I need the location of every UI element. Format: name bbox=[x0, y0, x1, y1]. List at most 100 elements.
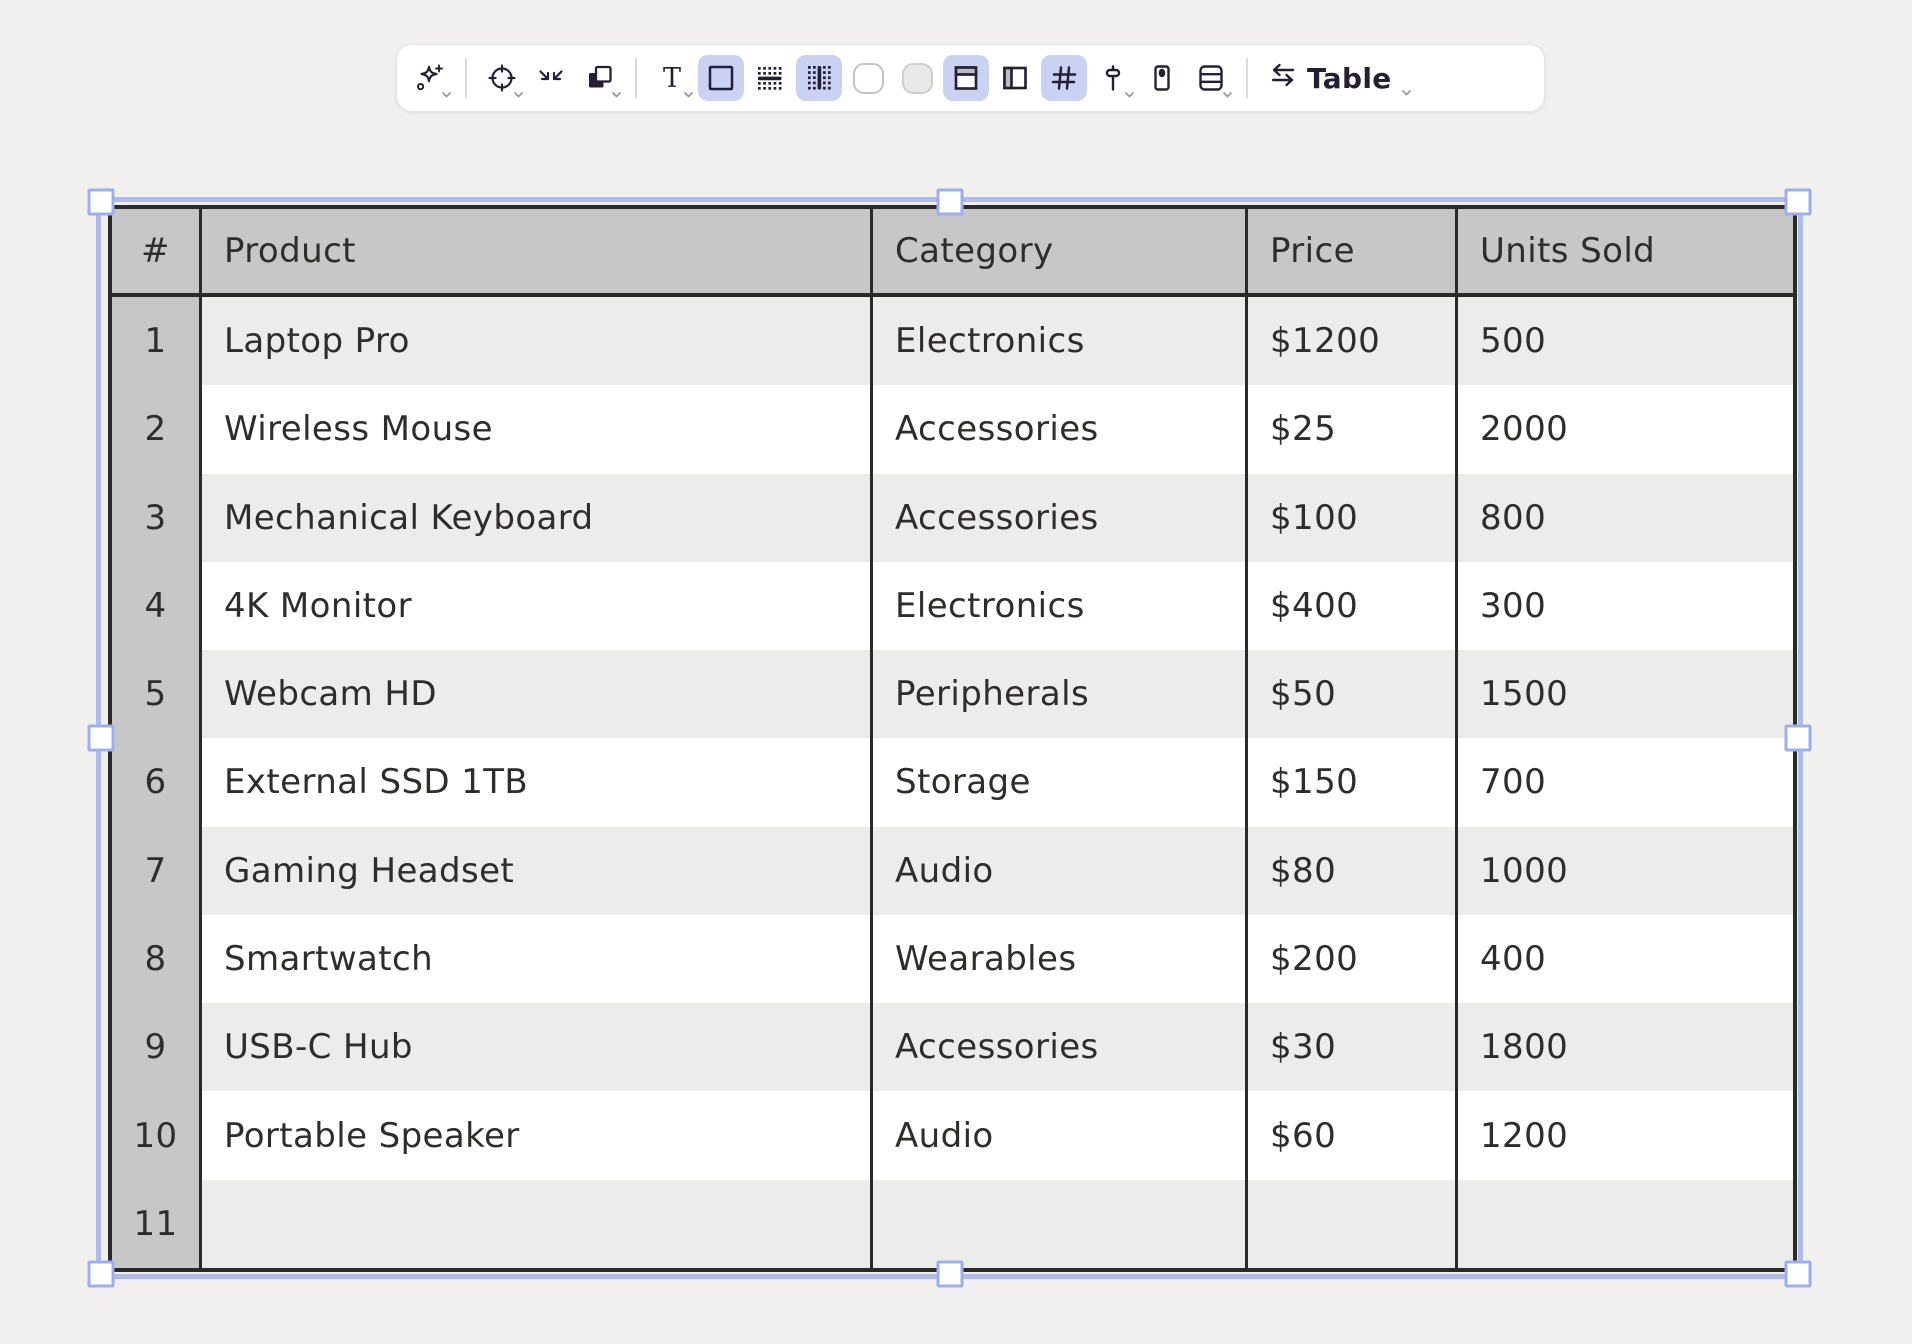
table-row: 3 Mechanical Keyboard Accessories $100 8… bbox=[112, 473, 1793, 562]
row-height-button[interactable] bbox=[1188, 55, 1234, 101]
price-cell[interactable]: $200 bbox=[1248, 914, 1458, 1004]
outer-border-toggle[interactable] bbox=[698, 55, 744, 101]
row-number-cell[interactable]: 2 bbox=[112, 385, 202, 474]
header-column-toggle[interactable] bbox=[992, 55, 1038, 101]
product-cell[interactable]: Wireless Mouse bbox=[202, 385, 873, 474]
price-cell[interactable] bbox=[1248, 1179, 1458, 1268]
row-borders-toggle[interactable] bbox=[747, 55, 793, 101]
header-category[interactable]: Category bbox=[873, 209, 1248, 293]
toolbar-divider bbox=[1246, 58, 1248, 98]
row-number-cell[interactable]: 4 bbox=[112, 561, 202, 651]
dotted-column-border-icon bbox=[804, 63, 834, 93]
vertical-slider-icon bbox=[1098, 63, 1128, 93]
product-cell[interactable]: Webcam HD bbox=[202, 650, 873, 739]
category-cell[interactable]: Accessories bbox=[873, 385, 1248, 474]
price-cell[interactable]: $1200 bbox=[1248, 297, 1458, 386]
category-cell[interactable]: Audio bbox=[873, 1091, 1248, 1180]
units-cell[interactable]: 500 bbox=[1458, 297, 1793, 386]
category-cell[interactable]: Storage bbox=[873, 738, 1248, 827]
row-number-cell[interactable]: 6 bbox=[112, 738, 202, 827]
product-table[interactable]: # Product Category Price Units Sold 1 La… bbox=[108, 205, 1797, 1272]
price-cell[interactable]: $80 bbox=[1248, 826, 1458, 915]
shape-style-button[interactable] bbox=[577, 55, 623, 101]
units-cell[interactable]: 700 bbox=[1458, 738, 1793, 827]
category-cell[interactable]: Electronics bbox=[873, 561, 1248, 651]
header-price[interactable]: Price bbox=[1248, 209, 1458, 293]
category-cell[interactable]: Accessories bbox=[873, 1003, 1248, 1092]
units-cell[interactable]: 1200 bbox=[1458, 1091, 1793, 1180]
chevron-down-icon bbox=[611, 91, 622, 98]
selection-handle-top-left[interactable] bbox=[87, 188, 115, 216]
table-header-row: # Product Category Price Units Sold bbox=[112, 209, 1793, 297]
stroke-style-button[interactable] bbox=[479, 55, 525, 101]
selection-handle-middle-right[interactable] bbox=[1784, 724, 1812, 752]
swap-arrows-icon bbox=[1268, 60, 1298, 97]
price-cell[interactable]: $60 bbox=[1248, 1091, 1458, 1180]
column-borders-toggle[interactable] bbox=[796, 55, 842, 101]
selection-handle-top-middle[interactable] bbox=[936, 188, 963, 216]
size-adjust-button[interactable] bbox=[1090, 55, 1136, 101]
product-cell[interactable]: Smartwatch bbox=[202, 914, 873, 1004]
category-cell[interactable]: Electronics bbox=[873, 297, 1248, 386]
price-cell[interactable]: $100 bbox=[1248, 473, 1458, 562]
units-cell[interactable]: 1800 bbox=[1458, 1003, 1793, 1092]
price-cell[interactable]: $150 bbox=[1248, 738, 1458, 827]
cell-padding-button[interactable] bbox=[1139, 55, 1185, 101]
table-row: 4 4K Monitor Electronics $400 300 bbox=[112, 561, 1793, 651]
row-number-cell[interactable]: 9 bbox=[112, 1003, 202, 1092]
category-cell[interactable] bbox=[873, 1179, 1248, 1268]
price-cell[interactable]: $50 bbox=[1248, 650, 1458, 739]
product-cell[interactable]: USB-C Hub bbox=[202, 1003, 873, 1092]
selection-handle-middle-left[interactable] bbox=[87, 724, 115, 752]
ai-style-button[interactable] bbox=[407, 55, 453, 101]
text-style-button[interactable]: T bbox=[649, 55, 695, 101]
serif-t-icon: T bbox=[657, 63, 687, 93]
selection-handle-bottom-right[interactable] bbox=[1784, 1260, 1812, 1288]
row-number-cell[interactable]: 10 bbox=[112, 1091, 202, 1180]
header-units-sold[interactable]: Units Sold bbox=[1458, 209, 1793, 293]
row-number-cell[interactable]: 11 bbox=[112, 1179, 202, 1268]
product-cell[interactable] bbox=[202, 1179, 873, 1268]
product-cell[interactable]: Mechanical Keyboard bbox=[202, 473, 873, 562]
price-cell[interactable]: $30 bbox=[1248, 1003, 1458, 1092]
product-cell[interactable]: Laptop Pro bbox=[202, 297, 873, 386]
units-cell[interactable]: 1500 bbox=[1458, 650, 1793, 739]
selection-handle-top-right[interactable] bbox=[1784, 188, 1812, 216]
units-cell[interactable]: 1000 bbox=[1458, 826, 1793, 915]
product-cell[interactable]: Portable Speaker bbox=[202, 1091, 873, 1180]
category-cell[interactable]: Accessories bbox=[873, 473, 1248, 562]
category-cell[interactable]: Peripherals bbox=[873, 650, 1248, 739]
header-number[interactable]: # bbox=[112, 209, 202, 293]
convert-to-table-button[interactable]: Table bbox=[1260, 55, 1414, 101]
white-squircle-swatch bbox=[852, 62, 884, 94]
header-product[interactable]: Product bbox=[202, 209, 873, 293]
price-cell[interactable]: $400 bbox=[1248, 561, 1458, 651]
row-number-cell[interactable]: 1 bbox=[112, 297, 202, 386]
shrink-arrows-icon bbox=[536, 63, 566, 93]
toolbar-divider bbox=[635, 58, 637, 98]
product-cell[interactable]: 4K Monitor bbox=[202, 561, 873, 651]
shrink-button[interactable] bbox=[528, 55, 574, 101]
selection-handle-bottom-middle[interactable] bbox=[936, 1260, 963, 1288]
units-cell[interactable]: 300 bbox=[1458, 561, 1793, 651]
swatch-white-button[interactable] bbox=[845, 55, 891, 101]
floating-toolbar: T Table bbox=[396, 44, 1545, 112]
product-cell[interactable]: Gaming Headset bbox=[202, 826, 873, 915]
product-cell[interactable]: External SSD 1TB bbox=[202, 738, 873, 827]
category-cell[interactable]: Wearables bbox=[873, 914, 1248, 1004]
units-cell[interactable] bbox=[1458, 1179, 1793, 1268]
price-cell[interactable]: $25 bbox=[1248, 385, 1458, 474]
units-cell[interactable]: 800 bbox=[1458, 473, 1793, 562]
swatch-gray-button[interactable] bbox=[894, 55, 940, 101]
row-number-cell[interactable]: 8 bbox=[112, 914, 202, 1004]
category-cell[interactable]: Audio bbox=[873, 826, 1248, 915]
selection-handle-bottom-left[interactable] bbox=[87, 1260, 115, 1288]
header-row-toggle[interactable] bbox=[943, 55, 989, 101]
row-number-cell[interactable]: 3 bbox=[112, 473, 202, 562]
row-number-cell[interactable]: 7 bbox=[112, 826, 202, 915]
units-cell[interactable]: 2000 bbox=[1458, 385, 1793, 474]
row-number-cell[interactable]: 5 bbox=[112, 650, 202, 739]
table-row: 6 External SSD 1TB Storage $150 700 bbox=[112, 738, 1793, 827]
units-cell[interactable]: 400 bbox=[1458, 914, 1793, 1004]
row-numbers-toggle[interactable] bbox=[1041, 55, 1087, 101]
